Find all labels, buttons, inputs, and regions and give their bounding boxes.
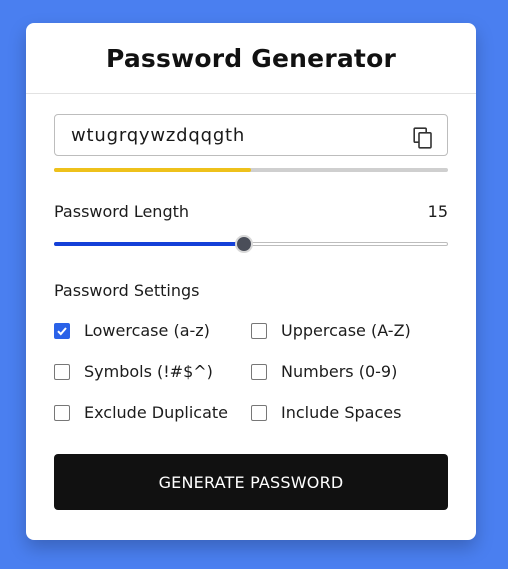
card-content: wtugrqywzdqqgth Password Length 15 Passw…	[54, 114, 448, 510]
password-generator-card: Password Generator wtugrqywzdqqgth Passw…	[26, 23, 476, 540]
slider-thumb[interactable]	[235, 235, 254, 253]
settings-label: Password Settings	[54, 281, 200, 300]
option-exclude-duplicate[interactable]: Exclude Duplicate	[54, 402, 251, 423]
strength-indicator	[54, 168, 448, 172]
option-label: Exclude Duplicate	[84, 403, 228, 422]
symbols-checkbox[interactable]	[54, 363, 70, 380]
password-text[interactable]: wtugrqywzdqqgth	[71, 125, 245, 146]
strength-indicator-fill	[54, 168, 251, 172]
include-spaces-checkbox[interactable]	[251, 404, 267, 421]
settings-options: Lowercase (a-z) Uppercase (A-Z) Symbols …	[54, 320, 448, 423]
slider-fill	[54, 242, 245, 246]
length-row: Password Length 15	[54, 202, 448, 221]
numbers-checkbox[interactable]	[251, 363, 267, 380]
option-label: Lowercase (a-z)	[84, 321, 210, 340]
option-symbols[interactable]: Symbols (!#$^)	[54, 361, 251, 382]
option-uppercase[interactable]: Uppercase (A-Z)	[251, 320, 448, 341]
length-label: Password Length	[54, 202, 190, 221]
length-value: 15	[427, 202, 448, 221]
option-label: Include Spaces	[281, 403, 402, 422]
option-lowercase[interactable]: Lowercase (a-z)	[54, 320, 251, 341]
option-label: Numbers (0-9)	[281, 362, 398, 381]
check-icon	[57, 326, 67, 335]
option-label: Uppercase (A-Z)	[281, 321, 411, 340]
uppercase-checkbox[interactable]	[251, 322, 267, 339]
page-title: Password Generator	[106, 43, 396, 73]
lowercase-checkbox[interactable]	[54, 322, 70, 339]
option-label: Symbols (!#$^)	[84, 362, 213, 381]
length-slider[interactable]	[54, 235, 448, 253]
generate-password-button[interactable]: GENERATE PASSWORD	[54, 454, 448, 510]
exclude-duplicate-checkbox[interactable]	[54, 404, 70, 421]
card-header: Password Generator	[26, 23, 476, 94]
copy-icon[interactable]	[413, 127, 433, 149]
option-include-spaces[interactable]: Include Spaces	[251, 402, 448, 423]
option-numbers[interactable]: Numbers (0-9)	[251, 361, 448, 382]
password-field[interactable]: wtugrqywzdqqgth	[54, 114, 448, 156]
